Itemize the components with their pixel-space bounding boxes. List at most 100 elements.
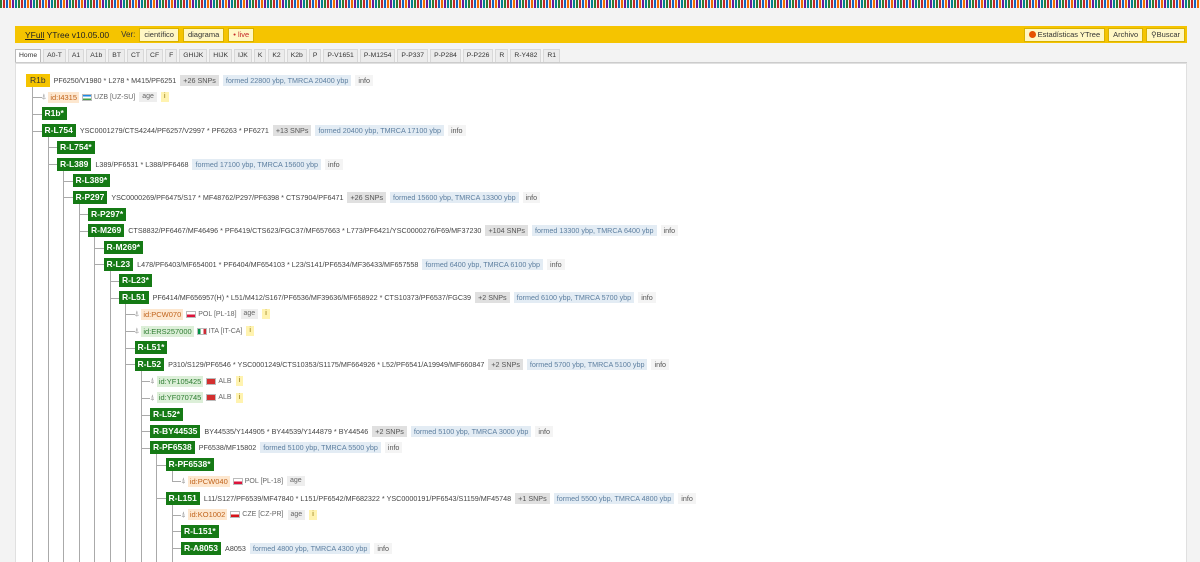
haplogroup-label[interactable]: R-BY44535 — [150, 424, 201, 438]
info-button[interactable]: info — [325, 158, 343, 170]
age-tag[interactable]: age — [240, 309, 259, 320]
tab-f[interactable]: F — [165, 49, 178, 62]
haplogroup-label[interactable]: R-L23* — [119, 274, 152, 288]
sample-id[interactable]: id:PCW070 — [141, 308, 184, 320]
tab-a1b[interactable]: A1b — [86, 49, 107, 62]
statistics-button[interactable]: Estadísticas YTree — [1023, 27, 1106, 42]
haplogroup-label[interactable]: R-L389 — [57, 157, 92, 171]
haplogroup-label[interactable]: R-P297 — [72, 190, 108, 204]
info-button[interactable]: info — [678, 492, 696, 504]
tab-r1[interactable]: R1 — [543, 49, 561, 62]
info-button[interactable]: info — [638, 292, 656, 304]
sample-id[interactable]: id:KO1002 — [187, 509, 228, 521]
haplogroup-label[interactable]: R-L52* — [150, 408, 183, 421]
sample-info-button[interactable]: i — [160, 92, 169, 103]
tab-a0-t[interactable]: A0-T — [43, 49, 66, 62]
sample-id[interactable]: id:ERS257000 — [141, 325, 194, 337]
tab-k2b[interactable]: K2b — [286, 49, 307, 62]
sample-id[interactable]: id:I4315 — [48, 91, 80, 103]
tab-a1[interactable]: A1 — [67, 49, 85, 62]
haplogroup-label[interactable]: R1b* — [41, 107, 67, 121]
snp-list: PF6250/V1980 * L278 * M415/PF6251 — [53, 76, 177, 85]
haplogroup-label[interactable]: R-L23 — [103, 257, 134, 271]
tab-p[interactable]: P — [308, 49, 322, 62]
snp-count-badge[interactable]: +2 SNPs — [475, 292, 510, 304]
info-button[interactable]: info — [522, 191, 541, 203]
info-button[interactable]: info — [546, 258, 565, 270]
tab-r-y482[interactable]: R-Y482 — [510, 49, 542, 62]
age-tag[interactable]: age — [287, 509, 306, 520]
haplogroup-label[interactable]: R-L754* — [57, 140, 95, 154]
haplogroup-label[interactable]: R-P297* — [88, 207, 127, 221]
info-button[interactable]: info — [660, 225, 679, 237]
tab-home[interactable]: Home — [15, 49, 42, 62]
info-button[interactable]: info — [447, 125, 466, 137]
tab-p-m1254[interactable]: P-M1254 — [359, 49, 396, 62]
info-button[interactable]: info — [651, 358, 670, 370]
tab-cf[interactable]: CF — [146, 49, 164, 62]
yfull-link[interactable]: YFull — [25, 30, 44, 40]
sample-id[interactable]: id:YF105425 — [156, 375, 204, 387]
sample-info-button[interactable]: i — [235, 376, 244, 387]
sample-id[interactable]: id:YF070745 — [156, 392, 204, 404]
snp-count-badge[interactable]: +2 SNPs — [372, 425, 407, 437]
age-estimate-badge: formed 13300 ybp, TMRCA 6400 ybp — [532, 225, 657, 237]
age-tag[interactable]: age — [287, 476, 305, 487]
search-button[interactable]: ⚲Buscar — [1146, 27, 1185, 42]
tree-node-row: R-L52* — [150, 408, 183, 421]
tree-branch-line — [125, 364, 135, 366]
tree-trunk-line — [156, 454, 157, 562]
sample-info-button[interactable]: i — [262, 309, 270, 320]
sample-info-button[interactable]: i — [246, 326, 254, 336]
haplogroup-label[interactable]: R-M269* — [103, 241, 144, 254]
tab-hijk[interactable]: HIJK — [209, 49, 233, 62]
haplogroup-label[interactable]: R-L151* — [181, 524, 219, 538]
tab-k[interactable]: K — [253, 49, 267, 62]
info-button[interactable]: info — [535, 425, 553, 437]
tab-ghijk[interactable]: GHIJK — [179, 49, 208, 62]
archive-button[interactable]: Archivo — [1108, 27, 1144, 42]
tree-node-row: R-L389* — [72, 174, 111, 188]
sample-info-button[interactable]: i — [235, 392, 244, 403]
tab-r[interactable]: R — [495, 49, 509, 62]
info-button[interactable]: info — [374, 542, 392, 554]
snp-count-badge[interactable]: +2 SNPs — [488, 358, 523, 370]
tree-node-row: R-L389 L389/PF6531 * L388/PF6468 formed 17… — [57, 157, 343, 171]
tab-p-p284[interactable]: P-P284 — [430, 49, 461, 62]
snp-count-badge[interactable]: +26 SNPs — [180, 75, 219, 86]
sample-info-button[interactable]: i — [309, 509, 317, 520]
tree-trunk-line — [32, 87, 33, 562]
tab-p-p337[interactable]: P-P337 — [397, 49, 429, 62]
tab-k2[interactable]: K2 — [268, 49, 285, 62]
haplogroup-label[interactable]: R-PF6538* — [165, 458, 214, 472]
age-estimate-badge: formed 22800 ybp, TMRCA 20400 ybp — [222, 75, 352, 86]
snp-list: CTS8832/PF6467/MF46496 * PF6419/CTS623/F… — [128, 226, 482, 236]
haplogroup-label[interactable]: R-L52 — [134, 357, 165, 371]
haplogroup-label[interactable]: R-L754 — [41, 124, 76, 138]
snp-count-badge[interactable]: +1 SNPs — [515, 492, 550, 504]
info-button[interactable]: info — [384, 442, 403, 454]
view-diagrama-button[interactable]: diagrama — [182, 27, 225, 42]
snp-count-badge[interactable]: +13 SNPs — [272, 125, 312, 137]
view-live-button[interactable]: • live — [228, 27, 255, 42]
haplogroup-label[interactable]: R-L389* — [72, 174, 111, 188]
tab-p-p226[interactable]: P-P226 — [462, 49, 494, 62]
tab-bt[interactable]: BT — [108, 49, 125, 62]
snp-count-badge[interactable]: +26 SNPs — [347, 191, 387, 203]
haplogroup-label[interactable]: R-L51 — [119, 291, 149, 305]
haplogroup-label[interactable]: R-PF6538 — [150, 441, 195, 455]
sample-id[interactable]: id:PCW040 — [187, 475, 230, 487]
tab-ijk[interactable]: IJK — [234, 49, 252, 62]
tab-ct[interactable]: CT — [126, 49, 145, 62]
tab-p-v1651[interactable]: P-V1651 — [323, 49, 358, 62]
haplogroup-label[interactable]: R-A8053 — [181, 541, 222, 555]
haplogroup-label[interactable]: R-L51* — [134, 341, 168, 355]
age-tag[interactable]: age — [139, 92, 157, 103]
haplogroup-label[interactable]: R1b — [26, 74, 50, 87]
snp-count-badge[interactable]: +104 SNPs — [485, 225, 528, 237]
info-button[interactable]: info — [355, 75, 373, 86]
view-cientifico-button[interactable]: científico — [139, 27, 179, 42]
snp-list: A8053 — [225, 543, 246, 553]
haplogroup-label[interactable]: R-M269 — [88, 224, 125, 238]
haplogroup-label[interactable]: R-L151 — [165, 491, 200, 505]
